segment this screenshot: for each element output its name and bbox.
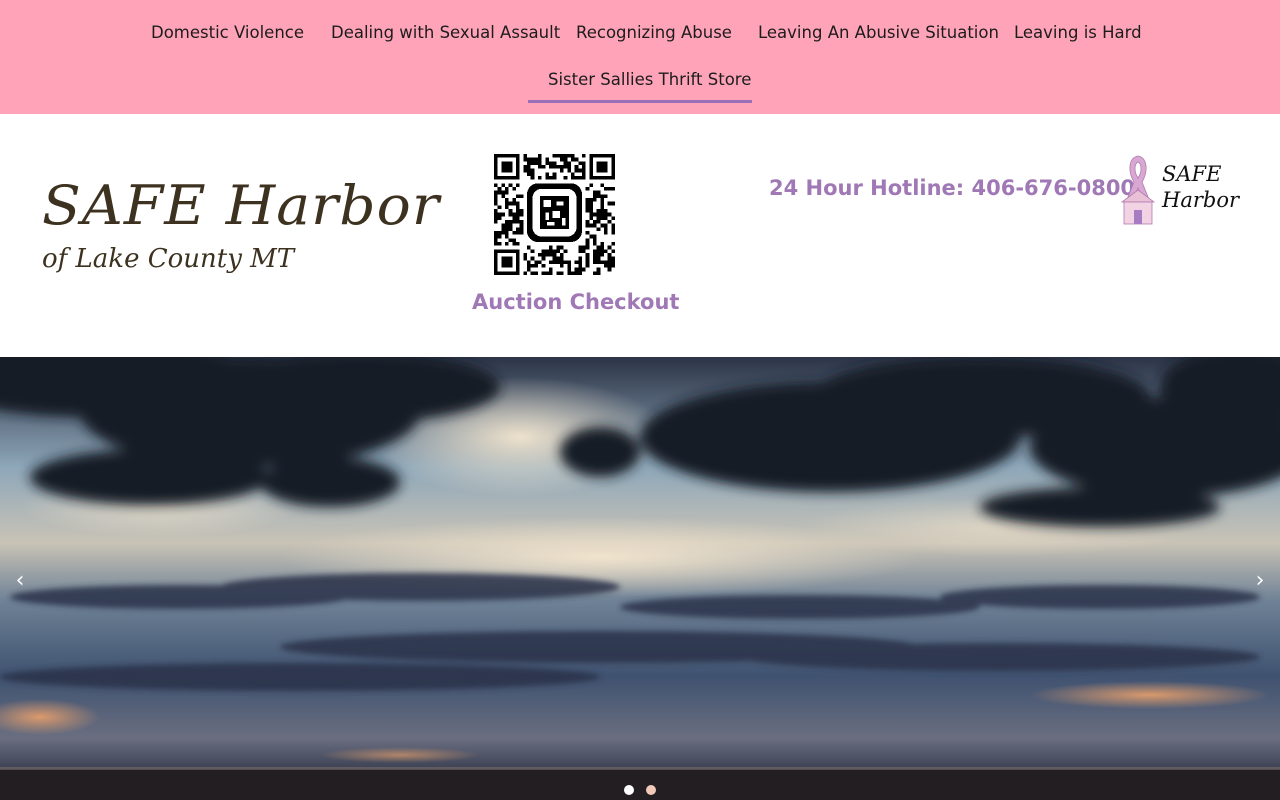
nav-item-leaving-is-hard[interactable]: Leaving is Hard	[1014, 0, 1142, 66]
cloudy-sunset-sky-image	[0, 357, 1280, 800]
awareness-ribbon-house-icon	[1120, 155, 1156, 225]
slider-next-button[interactable]: ›	[1248, 569, 1272, 593]
main-navigation: Domestic Violence Dealing with Sexual As…	[0, 0, 1280, 114]
hero-slider: ‹ ›	[0, 357, 1280, 800]
nav-item-sexual-assault[interactable]: Dealing with Sexual Assault	[331, 0, 560, 66]
site-header: SAFE Harbor of Lake County MT Auction Ch…	[0, 114, 1280, 357]
slider-dot-1[interactable]	[624, 785, 634, 795]
mini-logo-line1: SAFE	[1162, 162, 1222, 186]
mini-logo: SAFE Harbor	[1118, 152, 1239, 230]
logo-sub-text: of Lake County MT	[42, 244, 295, 274]
qr-code-image[interactable]	[494, 154, 615, 275]
nav-item-domestic-violence[interactable]: Domestic Violence	[151, 0, 304, 66]
nav-item-thrift-store[interactable]: Sister Sallies Thrift Store	[528, 57, 752, 103]
logo-main-text: SAFE Harbor	[42, 174, 440, 237]
auction-checkout-link[interactable]: Auction Checkout	[472, 290, 679, 314]
hotline-text[interactable]: 24 Hour Hotline: 406-676-0800	[769, 176, 1135, 200]
mini-logo-line2: Harbor	[1162, 188, 1239, 212]
slider-prev-button[interactable]: ‹	[8, 569, 32, 593]
nav-item-leaving-abusive-situation[interactable]: Leaving An Abusive Situation	[758, 0, 999, 66]
site-logo[interactable]: SAFE Harbor of Lake County MT	[40, 174, 439, 289]
slider-dot-2[interactable]	[646, 785, 656, 795]
